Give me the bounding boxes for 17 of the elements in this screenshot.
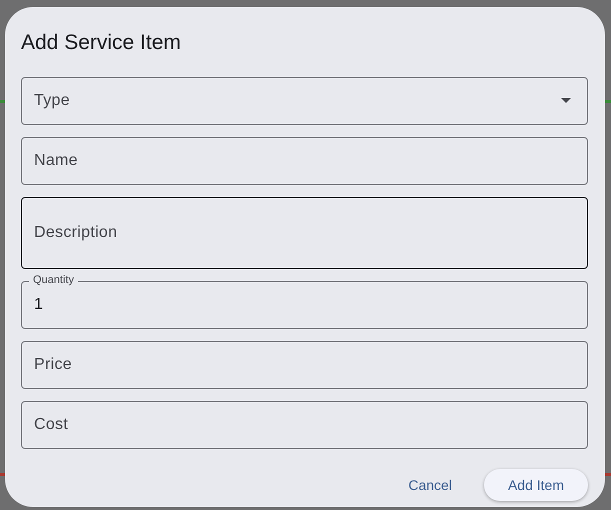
cancel-button[interactable]: Cancel xyxy=(384,469,476,501)
input-field[interactable]: Name xyxy=(21,137,588,185)
field-label: Description xyxy=(34,224,118,242)
field-label: Type xyxy=(34,92,70,110)
field-label: Quantity xyxy=(29,274,78,287)
field-label: Name xyxy=(34,152,78,170)
field-label: Cost xyxy=(34,416,68,434)
input-field[interactable]: Cost xyxy=(21,401,588,449)
dialog-title: Add Service Item xyxy=(21,30,182,56)
input-field[interactable]: Quantity 1 xyxy=(21,274,588,329)
input-field[interactable]: Price xyxy=(21,341,588,389)
select-field[interactable]: Type xyxy=(21,77,588,125)
add-item-button[interactable]: Add Item xyxy=(484,469,588,501)
field-label: Price xyxy=(34,356,72,374)
input-field[interactable]: Description xyxy=(21,197,588,269)
caret-icon xyxy=(561,98,571,103)
field-value: 1 xyxy=(34,296,43,314)
